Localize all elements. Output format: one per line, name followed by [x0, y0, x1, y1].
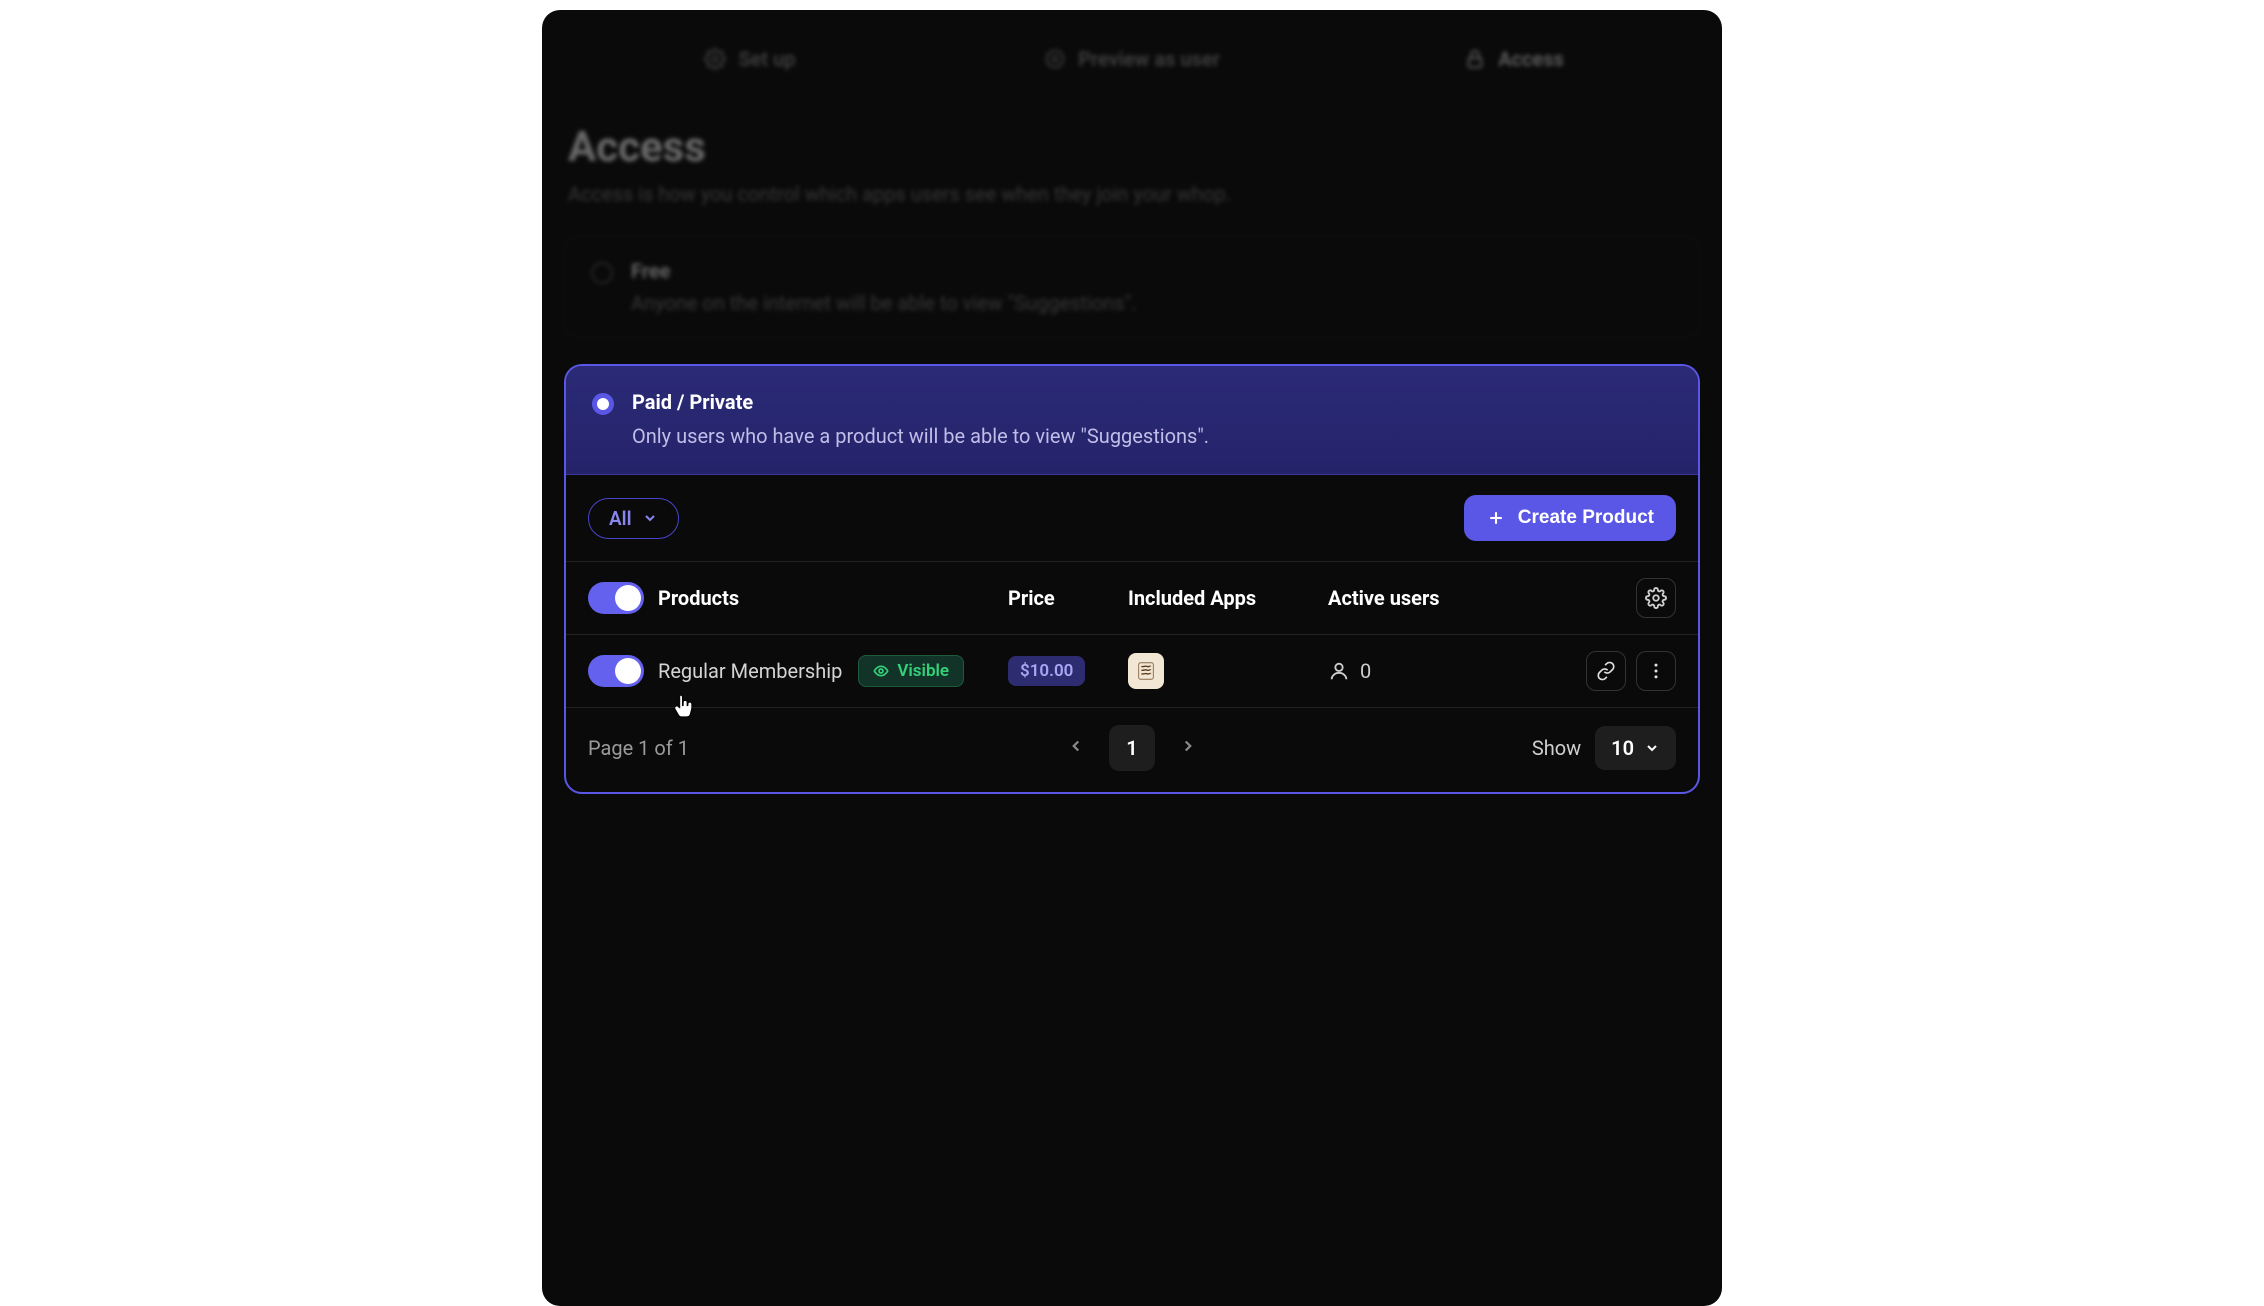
current-page-number[interactable]: 1	[1109, 725, 1155, 771]
page-size-value: 10	[1611, 736, 1634, 760]
table-row: Regular Membership Visible $10.00 0	[566, 635, 1698, 708]
pager: 1	[1061, 725, 1203, 771]
visibility-badge: Visible	[858, 655, 964, 687]
pagination-bar: Page 1 of 1 1 Show 10	[566, 708, 1698, 792]
filter-label: All	[609, 507, 632, 530]
paid-access-panel: Paid / Private Only users who have a pro…	[564, 364, 1700, 794]
tab-access[interactable]: Access	[1328, 35, 1700, 83]
column-header-apps: Included Apps	[1128, 586, 1328, 610]
tab-bar: Set up Preview as user Access	[564, 35, 1700, 83]
tab-setup[interactable]: Set up	[564, 35, 936, 83]
free-option-title: Free	[631, 259, 1136, 283]
lock-icon	[1464, 48, 1486, 70]
active-users-count: 0	[1360, 659, 1371, 683]
page-info: Page 1 of 1	[588, 736, 689, 760]
paid-option-title: Paid / Private	[632, 390, 1209, 414]
prev-page-button[interactable]	[1061, 731, 1091, 765]
more-actions-button[interactable]	[1636, 651, 1676, 691]
eye-icon	[873, 663, 889, 679]
app-window: Set up Preview as user Access Access Acc…	[542, 10, 1722, 1306]
page-subtitle: Access is how you control which apps use…	[568, 182, 1700, 206]
free-access-option[interactable]: Free Anyone on the internet will be able…	[564, 236, 1700, 338]
column-header-users: Active users	[1328, 586, 1566, 610]
product-toggle[interactable]	[588, 655, 644, 687]
user-icon	[1328, 660, 1350, 682]
next-page-button[interactable]	[1173, 731, 1203, 765]
products-table-header: Products Price Included Apps Active user…	[566, 562, 1698, 635]
page-size-dropdown[interactable]: 10	[1595, 726, 1676, 770]
more-vertical-icon	[1646, 661, 1666, 681]
link-icon	[1596, 661, 1616, 681]
radio-unselected-icon	[591, 262, 613, 284]
show-label: Show	[1532, 736, 1581, 760]
column-header-products: Products	[658, 586, 1008, 610]
page-title: Access	[568, 123, 1700, 172]
chevron-down-icon	[1644, 740, 1660, 756]
visibility-label: Visible	[897, 661, 949, 681]
tab-setup-label: Set up	[738, 47, 795, 71]
tab-preview[interactable]: Preview as user	[946, 35, 1318, 83]
create-product-button[interactable]: Create Product	[1464, 495, 1676, 541]
paid-option-description: Only users who have a product will be ab…	[632, 424, 1209, 448]
paid-access-option[interactable]: Paid / Private Only users who have a pro…	[566, 366, 1698, 475]
dimmed-background: Set up Preview as user Access Access Acc…	[564, 35, 1700, 338]
chevron-down-icon	[642, 510, 658, 526]
gear-icon	[704, 48, 726, 70]
product-name: Regular Membership	[658, 659, 842, 683]
active-users-cell: 0	[1328, 659, 1566, 683]
tab-access-label: Access	[1498, 47, 1564, 71]
tab-preview-label: Preview as user	[1078, 47, 1220, 71]
notes-icon	[1135, 660, 1157, 682]
eye-icon	[1044, 48, 1066, 70]
copy-link-button[interactable]	[1586, 651, 1626, 691]
chevron-right-icon	[1179, 737, 1197, 755]
filter-dropdown[interactable]: All	[588, 498, 679, 539]
gear-icon	[1645, 587, 1667, 609]
table-settings-button[interactable]	[1636, 578, 1676, 618]
column-header-price: Price	[1008, 586, 1128, 610]
create-product-label: Create Product	[1518, 507, 1654, 529]
plus-icon	[1486, 508, 1506, 528]
master-toggle[interactable]	[588, 582, 644, 614]
app-thumbnail	[1128, 653, 1164, 689]
free-option-description: Anyone on the internet will be able to v…	[631, 291, 1136, 315]
chevron-left-icon	[1067, 737, 1085, 755]
page-header: Access Access is how you control which a…	[564, 123, 1700, 206]
products-toolbar: All Create Product	[566, 475, 1698, 562]
price-badge: $10.00	[1008, 656, 1085, 686]
radio-selected-icon	[592, 393, 614, 415]
